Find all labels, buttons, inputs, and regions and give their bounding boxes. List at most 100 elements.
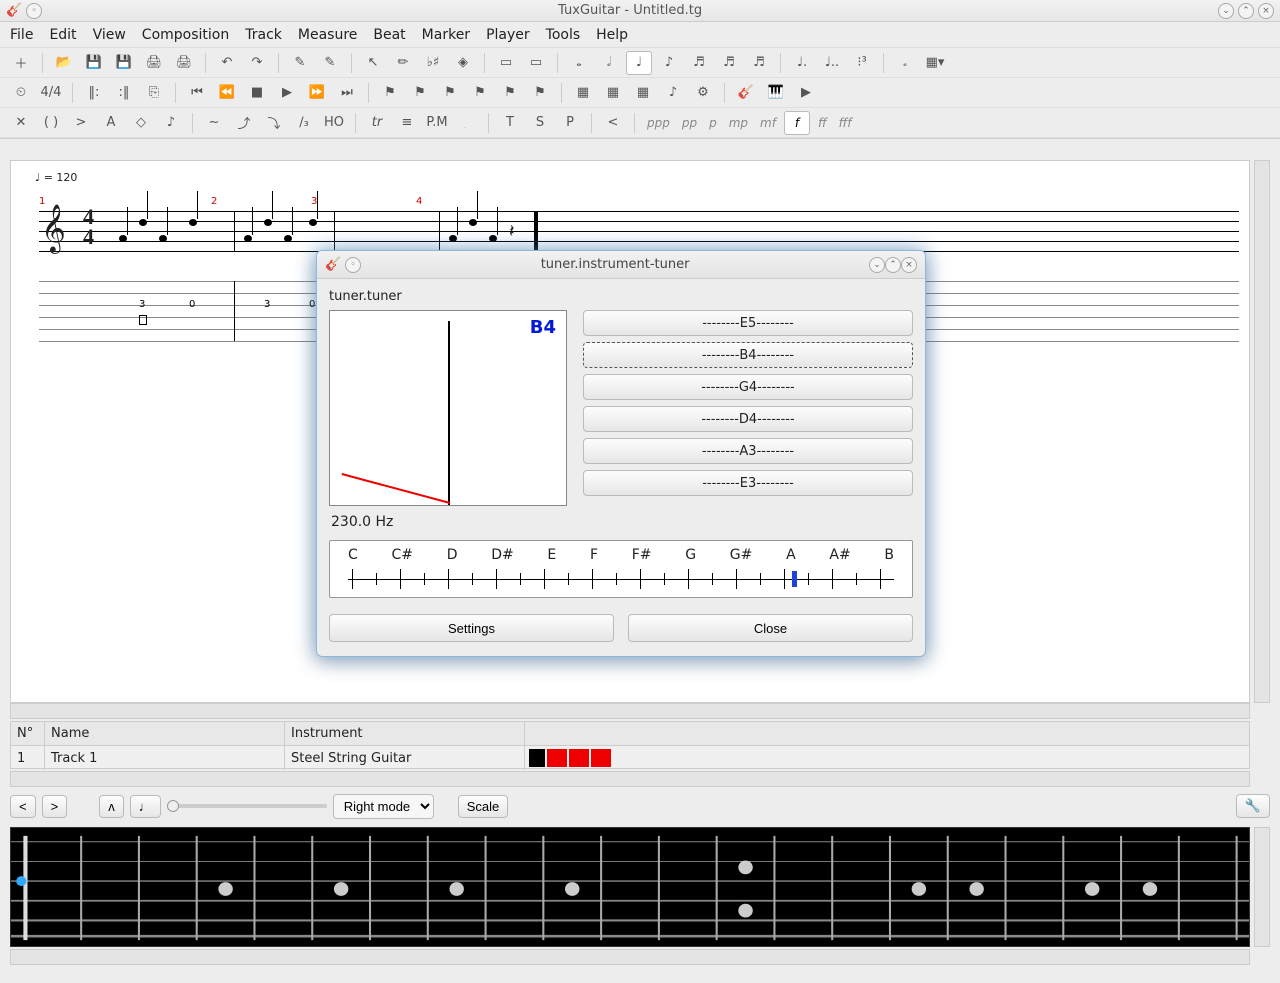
hand-mode-select[interactable]: Right mode	[333, 794, 434, 819]
tuner-string-d4[interactable]: -------- D4 --------	[583, 406, 913, 432]
fret-left-button[interactable]: <	[10, 795, 36, 818]
maximize-button[interactable]: ⌃	[1238, 3, 1254, 19]
menu-edit[interactable]: Edit	[49, 27, 76, 43]
slapping-icon[interactable]: S	[527, 111, 553, 135]
menu-view[interactable]: View	[93, 27, 126, 43]
marker3-icon[interactable]: ⚑	[437, 81, 463, 105]
tuner-string-b4[interactable]: -------- B4 --------	[583, 342, 913, 368]
note-duration-button[interactable]: ♩	[130, 795, 161, 818]
grace-icon[interactable]: ♪	[158, 111, 184, 135]
tremolo-bar-icon[interactable]: ⤵	[261, 111, 287, 135]
page2-icon[interactable]: ▭	[523, 51, 549, 75]
dyn-mp[interactable]: mp	[725, 116, 752, 130]
redo-icon[interactable]: ↷	[244, 51, 270, 75]
menu-measure[interactable]: Measure	[298, 27, 358, 43]
dyn-ff[interactable]: ff	[814, 116, 831, 130]
view1-icon[interactable]: ▦	[570, 81, 596, 105]
score-horizontal-scrollbar[interactable]	[10, 703, 1250, 719]
tie-icon[interactable]: 𝅗	[892, 51, 918, 75]
eighth-note-icon[interactable]: ♪	[656, 51, 682, 75]
dyn-pp[interactable]: pp	[678, 116, 701, 130]
view2-icon[interactable]: ▦	[600, 81, 626, 105]
repeat-close-icon[interactable]: :‖	[111, 81, 137, 105]
vibrato-icon[interactable]: ~	[201, 111, 227, 135]
marker5-icon[interactable]: ⚑	[497, 81, 523, 105]
minimize-button[interactable]: ⌄	[1218, 3, 1234, 19]
accent-icon[interactable]: >	[68, 111, 94, 135]
view4-icon[interactable]: ♪	[660, 81, 686, 105]
thirtysecond-note-icon[interactable]: ♬	[716, 51, 742, 75]
trill-icon[interactable]: tr	[364, 111, 390, 135]
piano-icon[interactable]: 🎹	[763, 81, 789, 105]
tuplet-icon[interactable]: ⁝³	[849, 51, 875, 75]
dyn-fff[interactable]: fff	[835, 116, 856, 130]
fretboard-icon[interactable]: 🎸	[733, 81, 759, 105]
half-note-icon[interactable]: 𝅗𝅥	[596, 51, 622, 75]
dyn-f[interactable]: f	[784, 111, 810, 135]
menu-help[interactable]: Help	[596, 27, 628, 43]
ghost-icon[interactable]: ( )	[38, 111, 64, 135]
close-window-button[interactable]: ×	[1258, 3, 1274, 19]
tuner-string-e3[interactable]: -------- E3 --------	[583, 470, 913, 496]
cursor-icon[interactable]: ↖	[360, 51, 386, 75]
repeat-open-icon[interactable]: ‖:	[81, 81, 107, 105]
tuner-string-a3[interactable]: -------- A3 --------	[583, 438, 913, 464]
play-icon[interactable]: ▶	[274, 81, 300, 105]
undo-icon[interactable]: ↶	[214, 51, 240, 75]
heavy-accent-icon[interactable]: A	[98, 111, 124, 135]
prev-icon[interactable]: ⏪	[214, 81, 240, 105]
fretboard-view[interactable]	[10, 827, 1250, 947]
fade-icon[interactable]: <	[600, 111, 626, 135]
matrix-icon[interactable]: ▶	[793, 81, 819, 105]
fret-right-button[interactable]: >	[42, 795, 68, 818]
menu-file[interactable]: File	[10, 27, 33, 43]
score-vertical-scrollbar[interactable]	[1254, 160, 1270, 703]
repeat-alt-icon[interactable]: ⎘	[141, 81, 167, 105]
page-icon[interactable]: ▭	[493, 51, 519, 75]
dialog-maximize-button[interactable]: ⌃	[885, 257, 901, 273]
edit-mode2-icon[interactable]: ✎	[317, 51, 343, 75]
stop-icon[interactable]: ■	[244, 81, 270, 105]
generic-window-button[interactable]: ◦	[26, 3, 42, 19]
tuner-string-g4[interactable]: -------- G4 --------	[583, 374, 913, 400]
last-icon[interactable]: ⏭	[334, 81, 360, 105]
bend-icon[interactable]: ⤴	[231, 111, 257, 135]
sixteenth-note-icon[interactable]: ♬	[686, 51, 712, 75]
view3-icon[interactable]: ▦	[630, 81, 656, 105]
marker6-icon[interactable]: ⚑	[527, 81, 553, 105]
menu-marker[interactable]: Marker	[422, 27, 470, 43]
dyn-ppp[interactable]: ppp	[643, 116, 674, 130]
fretboard-horizontal-scrollbar[interactable]	[10, 949, 1250, 965]
quarter-note-icon[interactable]: ♩	[626, 51, 652, 75]
next-icon[interactable]: ⏩	[304, 81, 330, 105]
view5-icon[interactable]: ⚙	[690, 81, 716, 105]
fretboard-vertical-scrollbar[interactable]	[1254, 827, 1270, 947]
settings-tool-icon[interactable]: 🔧	[1236, 794, 1270, 818]
tuner-dialog-titlebar[interactable]: 🎸 ◦ tuner.instrument-tuner ⌄ ⌃ ×	[317, 251, 925, 279]
metronome-icon[interactable]: ⏲	[8, 81, 34, 105]
menu-player[interactable]: Player	[486, 27, 530, 43]
sixtyfourth-note-icon[interactable]: ♬	[746, 51, 772, 75]
menu-beat[interactable]: Beat	[373, 27, 405, 43]
marker4-icon[interactable]: ⚑	[467, 81, 493, 105]
hammer-icon[interactable]: HO	[321, 111, 347, 135]
voice-icon[interactable]: ◈	[450, 51, 476, 75]
menu-tools[interactable]: Tools	[546, 27, 581, 43]
track-row[interactable]: 1 Track 1 Steel String Guitar	[11, 746, 1249, 770]
tuner-settings-button[interactable]: Settings	[329, 614, 614, 642]
tapping-icon[interactable]: T	[497, 111, 523, 135]
dotted-icon[interactable]: ♩.	[789, 51, 815, 75]
dialog-generic-button[interactable]: ◦	[345, 257, 361, 273]
chord-icon[interactable]: ▦▾	[922, 51, 948, 75]
palm-mute-icon[interactable]: P.M	[424, 111, 450, 135]
save-as-icon[interactable]: 💾	[111, 51, 137, 75]
whole-note-icon[interactable]: 𝅝	[566, 51, 592, 75]
dyn-mf[interactable]: mf	[756, 116, 780, 130]
sharp-flat-icon[interactable]: ♭♯	[420, 51, 446, 75]
dialog-close-button[interactable]: ×	[901, 257, 917, 273]
print-icon[interactable]: 🖨	[141, 51, 167, 75]
tremolo-icon[interactable]: ≡	[394, 111, 420, 135]
save-icon[interactable]: 💾	[81, 51, 107, 75]
marker2-icon[interactable]: ⚑	[407, 81, 433, 105]
pencil-icon[interactable]: ✏	[390, 51, 416, 75]
